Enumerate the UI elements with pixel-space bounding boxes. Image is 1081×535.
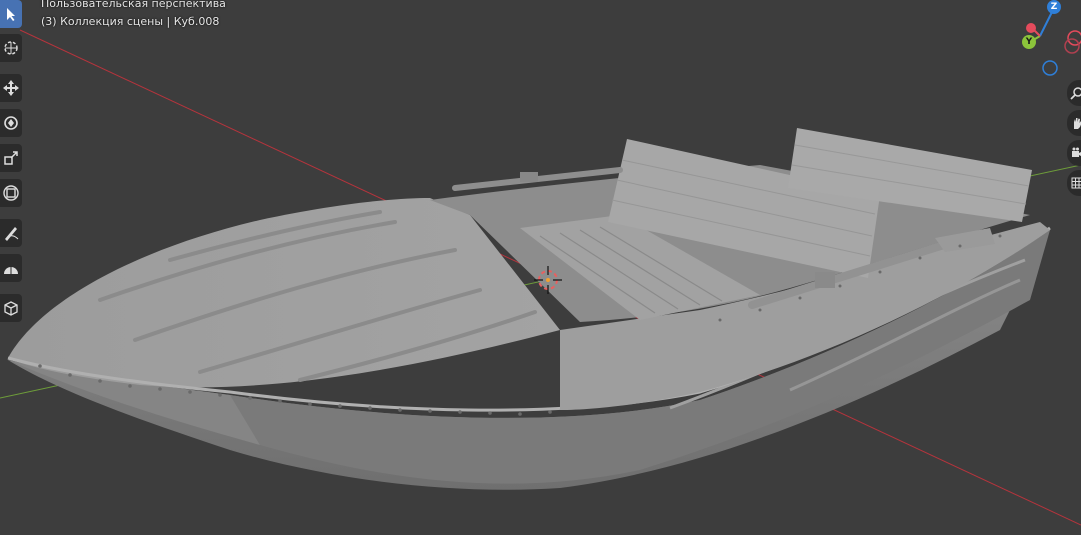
view-name-label: Пользовательская перспектива [41,0,226,10]
object-origin [546,278,550,282]
transform-tool[interactable] [0,179,22,207]
rotate-icon [4,116,18,130]
scene-info-label: (3) Коллекция сцены | Куб.008 [41,15,220,28]
move-tool[interactable] [0,74,22,102]
measure-icon [4,267,18,274]
cursor-icon [4,41,18,55]
gizmo-z-label: Z [1050,2,1058,12]
select-box-icon [7,8,15,21]
camera-icon [1072,147,1081,157]
gizmo-y-label: Y [1025,37,1033,47]
transform-icon [3,185,19,201]
scale-tool[interactable] [0,144,22,172]
add-cube-icon [4,301,18,316]
select-box-tool[interactable] [0,0,22,28]
pan-hand-icon [1074,118,1081,129]
grid-ortho-icon [1071,177,1081,189]
zoom-icon [1070,87,1081,100]
measure-tool[interactable] [0,254,22,282]
add-cube-tool[interactable] [0,294,22,322]
annotate-icon [5,227,19,241]
cursor-tool[interactable] [0,34,22,62]
boat-mesh[interactable] [7,128,1051,490]
move-icon [3,80,19,96]
3d-viewport[interactable] [0,0,1081,535]
annotate-tool[interactable] [0,219,22,247]
scale-icon [4,151,18,165]
rotate-tool[interactable] [0,109,22,137]
